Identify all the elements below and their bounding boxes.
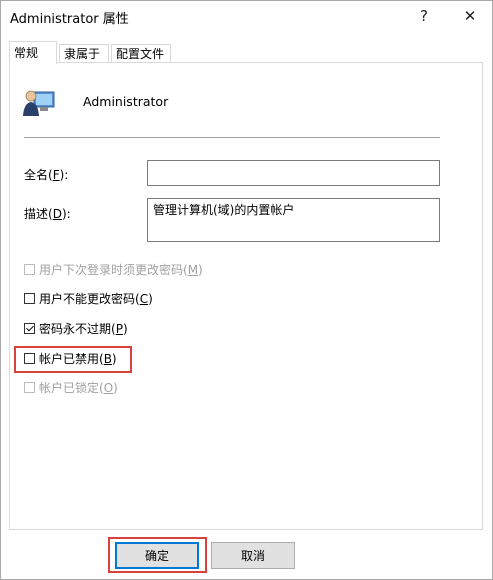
checkbox-box[interactable]: [24, 381, 35, 393]
user-name: Administrator: [83, 94, 169, 109]
account-disabled-highlight: [14, 346, 132, 373]
tab-member-of[interactable]: 隶属于: [59, 44, 109, 63]
help-icon: ?: [420, 7, 428, 25]
tab-profile[interactable]: 配置文件: [111, 44, 171, 63]
account-locked-checkbox[interactable]: 帐户已锁定(O): [24, 379, 118, 395]
description-field[interactable]: 管理计算机(域)的内置帐户: [147, 198, 440, 242]
checkbox-label: 用户下次登录时须更改密码(M): [39, 262, 203, 277]
checkbox-box[interactable]: [24, 263, 35, 275]
cancel-button[interactable]: 取消: [211, 542, 295, 569]
must-change-password-checkbox[interactable]: 用户下次登录时须更改密码(M): [24, 261, 203, 277]
window-title: Administrator 属性: [10, 12, 129, 27]
description-label: 描述(D):: [24, 207, 71, 221]
help-button[interactable]: ?: [401, 1, 447, 31]
separator: [24, 137, 440, 138]
user-icon: [23, 90, 55, 116]
close-button[interactable]: ✕: [447, 1, 493, 31]
password-never-expires-checkbox[interactable]: 密码永不过期(P): [24, 320, 128, 336]
close-icon: ✕: [463, 7, 477, 25]
ok-button-highlight: [108, 537, 207, 573]
title-bar: Administrator 属性 ? ✕: [1, 1, 492, 31]
checkbox-label: 密码永不过期(P): [39, 321, 128, 336]
checkbox-label: 用户不能更改密码(C): [39, 291, 153, 306]
tab-general[interactable]: 常规: [9, 41, 57, 64]
checkbox-label: 帐户已锁定(O): [39, 380, 118, 395]
fullname-label: 全名(F):: [24, 168, 69, 182]
checkbox-box[interactable]: [24, 292, 35, 304]
checkbox-box[interactable]: [24, 322, 35, 334]
cannot-change-password-checkbox[interactable]: 用户不能更改密码(C): [24, 290, 153, 306]
fullname-field[interactable]: [147, 160, 440, 186]
